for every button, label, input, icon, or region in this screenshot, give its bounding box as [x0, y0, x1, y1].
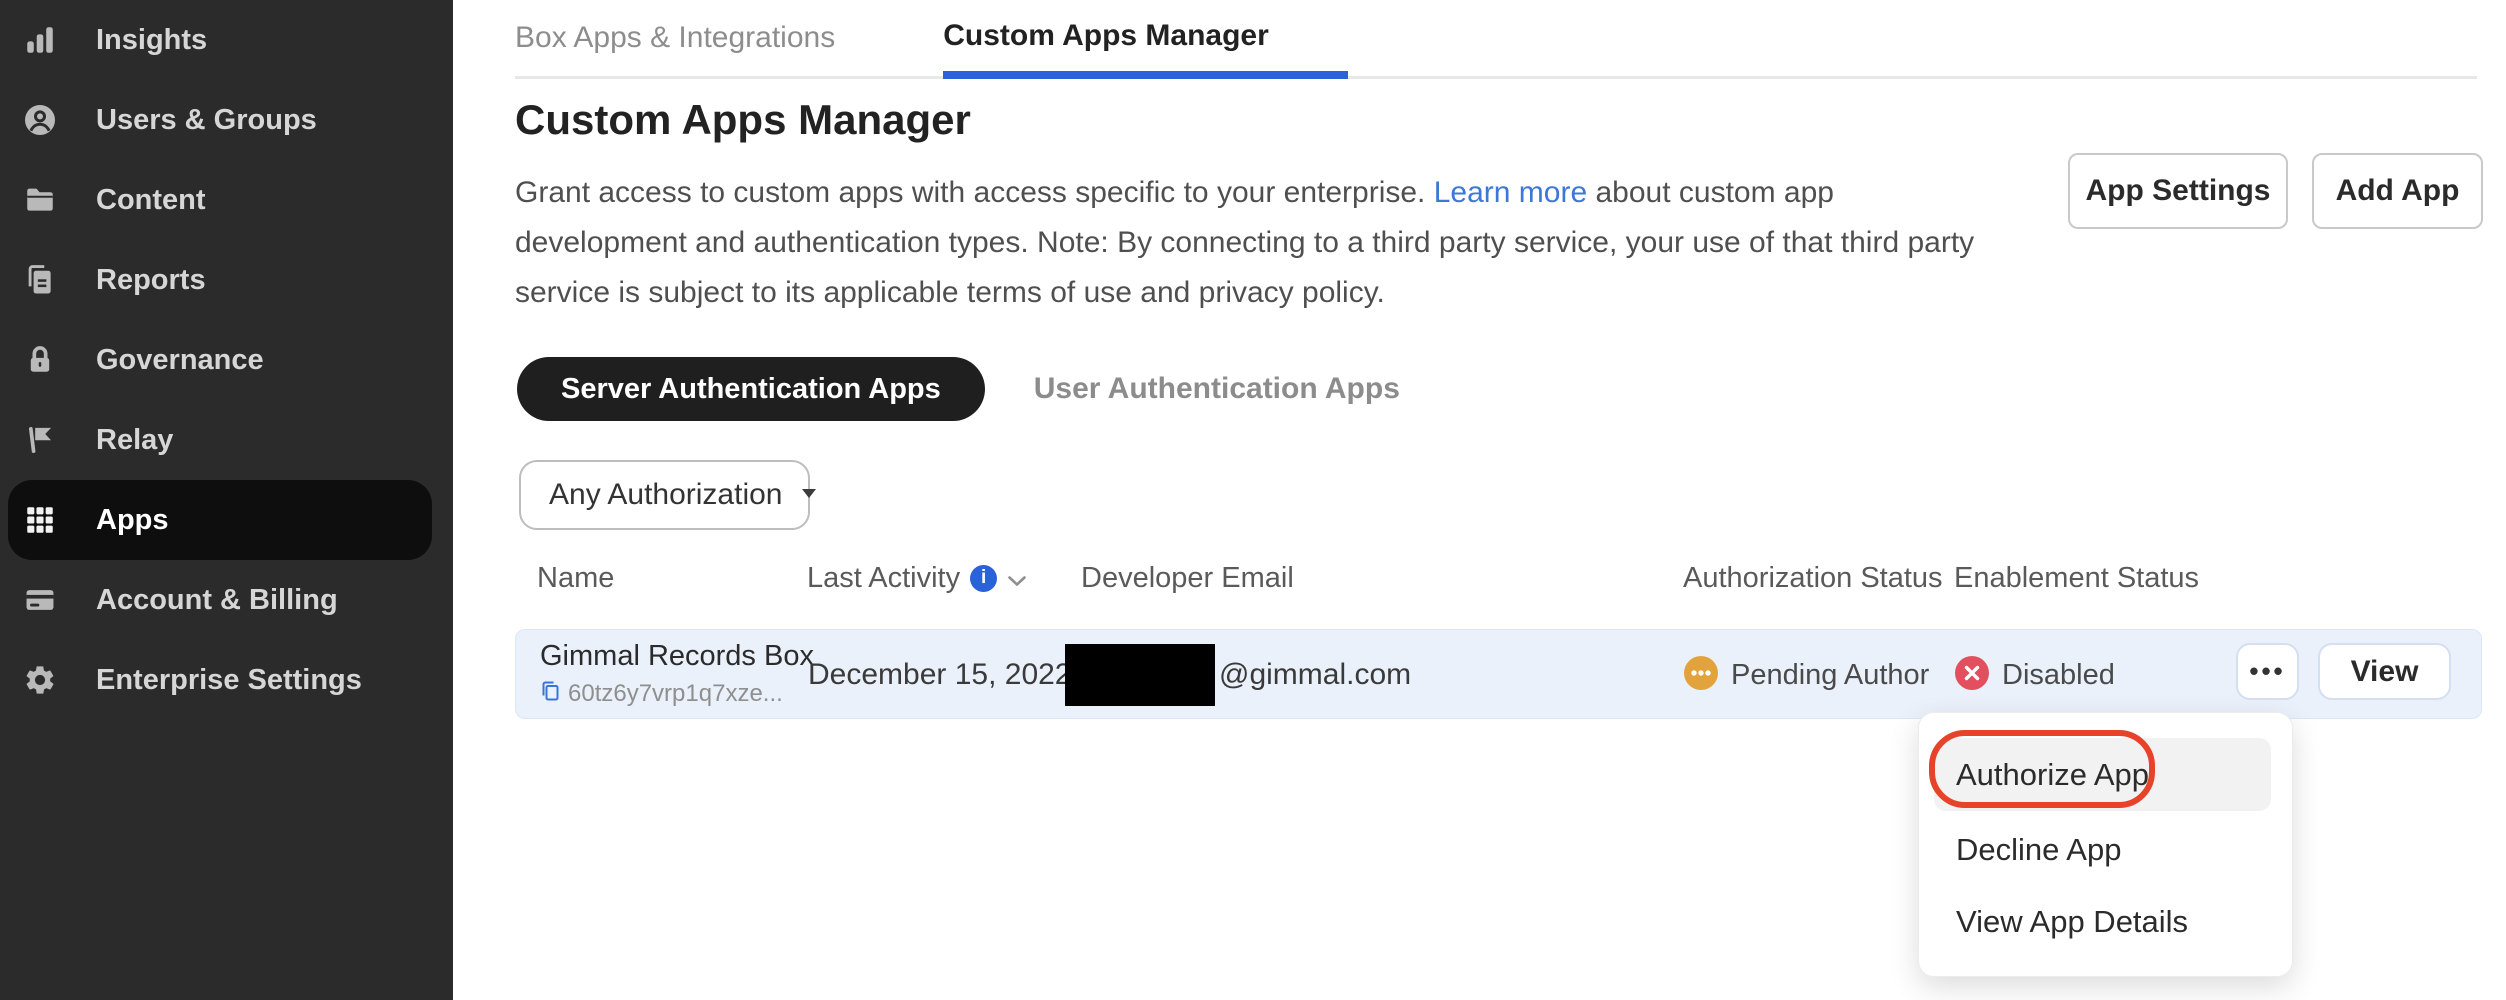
segment-user-authentication-apps[interactable]: User Authentication Apps [1034, 372, 1400, 406]
authorization-filter-dropdown[interactable]: Any Authorization [519, 460, 810, 530]
main-content: Box Apps & Integrations Custom Apps Mana… [453, 0, 2506, 1000]
app-id: 60tz6y7vrp1q7xze... [568, 680, 783, 708]
sidebar-item-label: Content [96, 184, 206, 217]
disabled-status-icon [1955, 656, 1989, 695]
tab-custom-apps-manager[interactable]: Custom Apps Manager [943, 0, 1348, 79]
table-header: Name Last Activity i Developer Email Aut… [515, 548, 2482, 608]
sidebar-item-insights[interactable]: Insights [0, 0, 453, 80]
tab-bar: Box Apps & Integrations Custom Apps Mana… [515, 0, 2477, 79]
sidebar-item-label: Relay [96, 424, 173, 457]
info-icon[interactable]: i [970, 565, 997, 592]
sidebar-item-relay[interactable]: Relay [0, 400, 453, 480]
authorization-status-cell: Pending Authoriza [1684, 630, 1929, 720]
last-activity-cell: December 15, 2022 [808, 630, 1072, 720]
column-header-authorization-status[interactable]: Authorization Status [1683, 548, 1943, 608]
copy-icon[interactable] [540, 679, 560, 708]
sidebar-item-account-billing[interactable]: Account & Billing [0, 560, 453, 640]
app-name-cell: Gimmal Records Box 60tz6y7vrp1q7xze... [540, 640, 814, 708]
table-row[interactable]: Gimmal Records Box 60tz6y7vrp1q7xze... D… [515, 629, 2482, 719]
column-header-developer-email[interactable]: Developer Email [1081, 548, 1294, 608]
learn-more-link[interactable]: Learn more [1434, 176, 1587, 209]
segment-server-authentication-apps[interactable]: Server Authentication Apps [517, 357, 985, 421]
page-title: Custom Apps Manager [515, 96, 971, 144]
sidebar-item-enterprise-settings[interactable]: Enterprise Settings [0, 640, 453, 720]
page-description: Grant access to custom apps with access … [515, 168, 1990, 318]
row-more-actions-button[interactable]: ••• [2236, 643, 2299, 700]
bar-chart-icon [22, 22, 58, 58]
sidebar-item-label: Reports [96, 264, 206, 297]
auth-type-segmented-control: Server Authentication Apps User Authenti… [517, 357, 1400, 421]
redacted-text [1065, 644, 1215, 706]
sidebar-item-label: Governance [96, 344, 264, 377]
lock-icon [22, 342, 58, 378]
pending-status-icon [1684, 656, 1718, 695]
column-header-last-activity[interactable]: Last Activity i [807, 548, 1027, 608]
sidebar-item-label: Insights [96, 24, 207, 57]
developer-email-cell: @gimmal.com [1065, 630, 1411, 720]
sidebar-item-label: Account & Billing [96, 584, 338, 617]
menu-item-authorize-app[interactable]: Authorize App [1934, 738, 2271, 811]
description-text: Grant access to custom apps with access … [515, 176, 1434, 209]
sidebar-item-content[interactable]: Content [0, 160, 453, 240]
menu-item-decline-app[interactable]: Decline App [1934, 813, 2271, 886]
reports-icon [22, 262, 58, 298]
sidebar-item-label: Apps [96, 504, 169, 537]
users-icon [22, 102, 58, 138]
status-badge: Pending Authoriza [1731, 659, 1929, 692]
sidebar-item-governance[interactable]: Governance [0, 320, 453, 400]
grid-icon [22, 502, 58, 538]
row-actions-menu: Authorize App Decline App View App Detai… [1918, 712, 2293, 977]
filter-selected-value: Any Authorization [549, 478, 782, 512]
credit-card-icon [22, 582, 58, 618]
gear-icon [22, 662, 58, 698]
flag-icon [22, 422, 58, 458]
tab-box-apps-integrations[interactable]: Box Apps & Integrations [515, 0, 835, 76]
sidebar-item-label: Users & Groups [96, 104, 317, 137]
folder-icon [22, 182, 58, 218]
chevron-down-icon [800, 486, 818, 504]
app-settings-button[interactable]: App Settings [2068, 153, 2288, 229]
sidebar-item-users-groups[interactable]: Users & Groups [0, 80, 453, 160]
sort-chevron-down-icon[interactable] [1007, 562, 1027, 595]
email-domain: @gimmal.com [1219, 658, 1411, 692]
sidebar: Insights Users & Groups Content Reports … [0, 0, 453, 1000]
column-header-enablement-status[interactable]: Enablement Status [1954, 548, 2199, 608]
sidebar-item-apps[interactable]: Apps [8, 480, 432, 560]
sidebar-item-label: Enterprise Settings [96, 664, 362, 697]
add-app-button[interactable]: Add App [2312, 153, 2483, 229]
row-view-button[interactable]: View [2318, 643, 2451, 700]
sidebar-item-reports[interactable]: Reports [0, 240, 453, 320]
column-header-name[interactable]: Name [537, 548, 614, 608]
enablement-status-cell: Disabled [1955, 630, 2115, 720]
menu-item-view-app-details[interactable]: View App Details [1934, 885, 2271, 958]
column-header-label: Last Activity [807, 562, 960, 595]
app-name: Gimmal Records Box [540, 640, 814, 673]
status-badge: Disabled [2002, 659, 2115, 692]
